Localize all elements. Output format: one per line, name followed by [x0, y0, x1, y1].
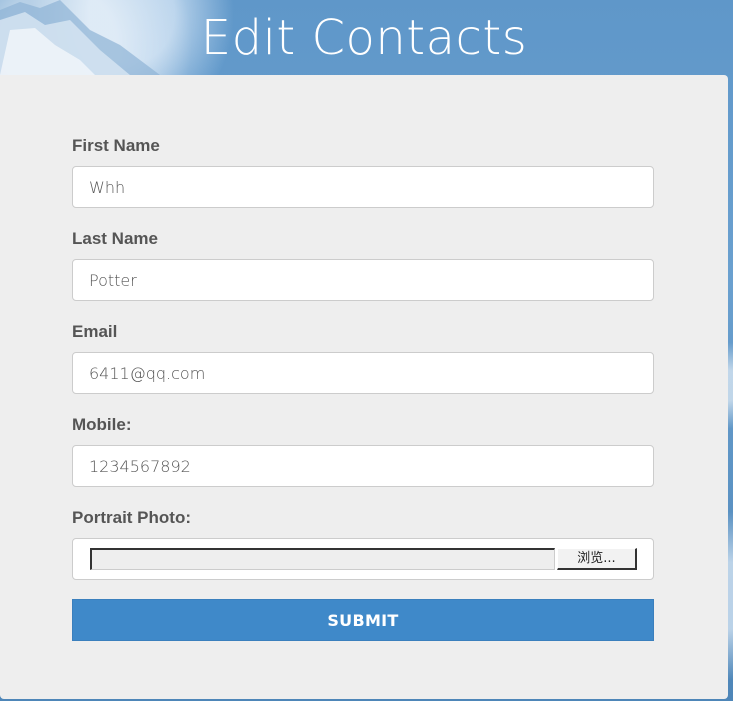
- file-path-field[interactable]: [90, 548, 555, 570]
- first-name-input[interactable]: [72, 166, 654, 208]
- submit-button[interactable]: SUBMIT: [72, 599, 654, 641]
- last-name-input[interactable]: [72, 259, 654, 301]
- first-name-label: First Name: [72, 136, 160, 155]
- page-title: Edit Contacts: [200, 10, 528, 66]
- email-label: Email: [72, 322, 118, 341]
- edit-contact-form: First Name Last Name Email Mobile: Portr…: [72, 135, 654, 641]
- email-input[interactable]: [72, 352, 654, 394]
- browse-button[interactable]: 浏览...: [557, 548, 637, 570]
- edit-contact-panel: First Name Last Name Email Mobile: Portr…: [0, 75, 728, 699]
- portrait-photo-file-input: 浏览...: [72, 538, 654, 580]
- mobile-label: Mobile:: [72, 415, 132, 434]
- mobile-input[interactable]: [72, 445, 654, 487]
- portrait-photo-label: Portrait Photo:: [72, 508, 191, 527]
- last-name-label: Last Name: [72, 229, 158, 248]
- page-background: Edit Contacts First Name Last Name Email…: [0, 0, 733, 701]
